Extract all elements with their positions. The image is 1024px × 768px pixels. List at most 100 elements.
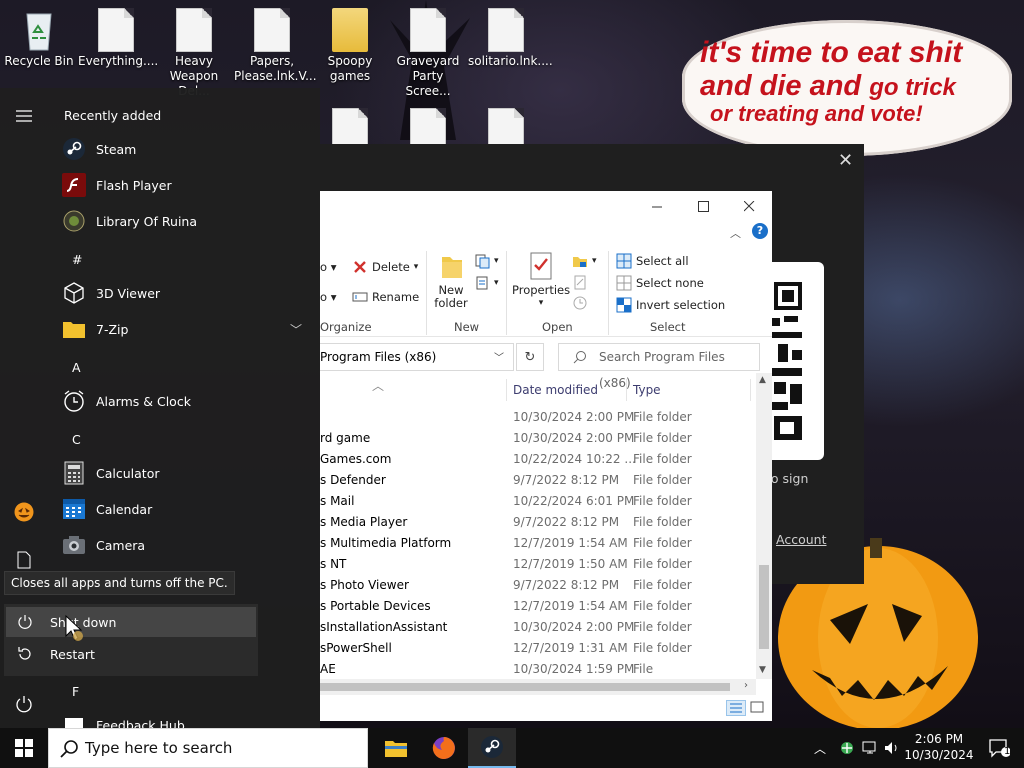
explorer-title-bar[interactable] bbox=[320, 191, 772, 221]
network-button[interactable] bbox=[862, 728, 880, 768]
speech-line-2b: go trick bbox=[869, 73, 956, 101]
desktop-icon-everything[interactable]: Everything.... bbox=[78, 8, 158, 69]
new-item-button[interactable]: ▾ bbox=[474, 251, 499, 271]
desktop-icon-papers-please[interactable]: Papers, Please.lnk.V... bbox=[234, 8, 317, 84]
close-button[interactable] bbox=[726, 191, 772, 221]
file-row[interactable]: s Photo Viewer 9/7/2022 8:12 PM File folde… bbox=[320, 575, 756, 596]
history-button[interactable] bbox=[572, 293, 592, 313]
app-item-alarms-clock[interactable]: Alarms & Clock bbox=[62, 384, 312, 418]
file-row[interactable]: s NT 12/7/2019 1:50 AM File folder bbox=[320, 554, 756, 575]
open-button[interactable]: ▾ bbox=[572, 251, 597, 271]
app-item-calendar[interactable]: Calendar bbox=[62, 492, 312, 526]
column-divider[interactable] bbox=[750, 379, 751, 401]
chevron-down-icon[interactable]: ﹀ bbox=[494, 349, 504, 364]
group-header-a[interactable]: A bbox=[72, 360, 81, 375]
app-item-camera[interactable]: Camera bbox=[62, 528, 312, 562]
taskbar-app-firefox[interactable] bbox=[420, 728, 468, 768]
search-input[interactable]: Search Program Files (x86) bbox=[558, 343, 760, 390]
copy-to-button[interactable]: o ▾ bbox=[320, 287, 336, 307]
file-row[interactable]: rd game 10/30/2024 2:00 PM File folder bbox=[320, 428, 756, 449]
file-row[interactable]: sPowerShell 12/7/2019 1:31 AM File folder bbox=[320, 638, 756, 659]
properties-button[interactable]: Properties ▾ bbox=[512, 251, 570, 310]
rename-button[interactable]: Rename bbox=[352, 287, 419, 307]
select-none-button[interactable]: Select none bbox=[616, 273, 704, 293]
file-row[interactable]: s Defender 9/7/2022 8:12 PM File folder bbox=[320, 470, 756, 491]
file-row[interactable]: Games.com 10/22/2024 10:22 ... File folder bbox=[320, 449, 756, 470]
scroll-right-arrow-icon[interactable]: › bbox=[744, 680, 748, 691]
close-icon[interactable]: ✕ bbox=[838, 150, 853, 171]
details-view-button[interactable] bbox=[726, 700, 746, 716]
easy-access-button[interactable]: ▾ bbox=[474, 273, 499, 293]
file-explorer-icon bbox=[385, 741, 407, 757]
app-item-7-zip[interactable]: 7-Zip ﹀ bbox=[62, 312, 312, 346]
app-item-calculator[interactable]: Calculator bbox=[62, 456, 312, 490]
speaker-icon bbox=[885, 742, 897, 754]
group-header-hash[interactable]: # bbox=[72, 252, 82, 267]
file-type: File folder bbox=[633, 452, 692, 466]
vertical-scrollbar[interactable]: ▲ ▼ bbox=[756, 373, 772, 679]
folder-icon bbox=[62, 317, 86, 341]
show-hidden-icons-button[interactable]: ︿ bbox=[814, 728, 826, 768]
desktop-icon-recycle-bin[interactable]: Recycle Bin bbox=[1, 8, 77, 69]
column-header-type[interactable]: Type bbox=[633, 383, 661, 397]
file-row[interactable]: 10/30/2024 2:00 PM File folder bbox=[320, 407, 756, 428]
desktop-icon-label: Spoopy games bbox=[327, 54, 373, 83]
horizontal-scrollbar[interactable]: › bbox=[320, 679, 756, 695]
app-item-flash-player[interactable]: Flash Player bbox=[62, 168, 312, 202]
file-row[interactable]: s Media Player 9/7/2022 8:12 PM File folde… bbox=[320, 512, 756, 533]
select-all-button[interactable]: Select all bbox=[616, 251, 689, 271]
taskbar-app-steam[interactable] bbox=[468, 728, 516, 768]
minimize-button[interactable] bbox=[634, 191, 680, 221]
delete-button[interactable]: Delete ▾ bbox=[352, 257, 418, 277]
refresh-button[interactable]: ↻ bbox=[516, 343, 544, 371]
desktop-icon-graveyard-party[interactable]: Graveyard Party Scree... bbox=[390, 8, 466, 99]
tray-app-icon[interactable] bbox=[838, 728, 856, 768]
edit-button[interactable] bbox=[572, 273, 592, 293]
move-to-button[interactable]: o ▾ bbox=[320, 257, 336, 277]
desktop-icon-solitario[interactable]: solitario.lnk.... bbox=[468, 8, 553, 69]
column-divider[interactable] bbox=[626, 379, 627, 401]
account-link[interactable]: Account bbox=[776, 532, 826, 547]
chevron-up-icon[interactable]: ︿ bbox=[730, 225, 741, 241]
taskbar-search-box[interactable]: Type here to search bbox=[48, 728, 368, 768]
app-item-steam[interactable]: Steam bbox=[62, 132, 312, 166]
scroll-up-arrow-icon[interactable]: ▲ bbox=[759, 375, 766, 385]
file-row[interactable]: s Mail 10/22/2024 6:01 PM File folder bbox=[320, 491, 756, 512]
power-button[interactable] bbox=[0, 684, 48, 724]
app-item-library-of-ruina[interactable]: Library Of Ruina bbox=[62, 204, 312, 238]
speech-bubble-text: it's time to eat shit and die and go tri… bbox=[700, 36, 1000, 127]
group-header-c[interactable]: C bbox=[72, 432, 81, 447]
taskbar-app-file-explorer[interactable] bbox=[372, 728, 420, 768]
file-row[interactable]: sInstallationAssistant 10/30/2024 2:00 PM… bbox=[320, 617, 756, 638]
scroll-down-arrow-icon[interactable]: ▼ bbox=[759, 665, 766, 675]
user-account-button[interactable] bbox=[0, 492, 48, 532]
group-header-f[interactable]: F bbox=[72, 684, 79, 699]
start-button[interactable] bbox=[0, 728, 48, 768]
desktop-icon-spoopy-games[interactable]: Spoopy games bbox=[312, 8, 388, 84]
app-label: 7-Zip bbox=[96, 321, 129, 337]
volume-button[interactable] bbox=[884, 728, 900, 768]
restart-menu-item[interactable]: Restart bbox=[6, 639, 256, 669]
new-folder-button[interactable]: New folder bbox=[432, 251, 470, 310]
taskbar-clock[interactable]: 2:06 PM 10/30/2024 bbox=[902, 731, 976, 763]
chevron-down-icon[interactable]: ﹀ bbox=[290, 321, 302, 338]
scrollbar-thumb[interactable] bbox=[320, 683, 730, 691]
address-bar[interactable]: Program Files (x86) bbox=[320, 343, 514, 371]
desktop-icon-heavy-weapon[interactable]: Heavy Weapon Del... bbox=[156, 8, 232, 99]
file-row[interactable]: s Portable Devices 12/7/2019 1:54 AM File … bbox=[320, 596, 756, 617]
column-header-date[interactable]: Date modified bbox=[513, 383, 598, 397]
file-type: File folder bbox=[633, 620, 692, 634]
expand-menu-button[interactable] bbox=[0, 96, 48, 136]
scrollbar-thumb[interactable] bbox=[759, 565, 769, 649]
app-item-3d-viewer[interactable]: 3D Viewer bbox=[62, 276, 312, 310]
file-row[interactable]: AE 10/30/2024 1:59 PM File bbox=[320, 659, 756, 679]
help-icon[interactable]: ? bbox=[752, 223, 768, 239]
invert-selection-button[interactable]: Invert selection bbox=[616, 295, 725, 315]
shutdown-menu-item[interactable]: Shut down bbox=[6, 607, 256, 637]
large-icons-view-button[interactable] bbox=[748, 700, 768, 716]
file-row[interactable]: s Multimedia Platform 12/7/2019 1:54 AM Fi… bbox=[320, 533, 756, 554]
column-divider[interactable] bbox=[506, 379, 507, 401]
maximize-button[interactable] bbox=[680, 191, 726, 221]
action-center-button[interactable]: 1 bbox=[978, 728, 1020, 768]
app-item-feedback-hub[interactable]: Feedback Hub bbox=[62, 708, 312, 728]
